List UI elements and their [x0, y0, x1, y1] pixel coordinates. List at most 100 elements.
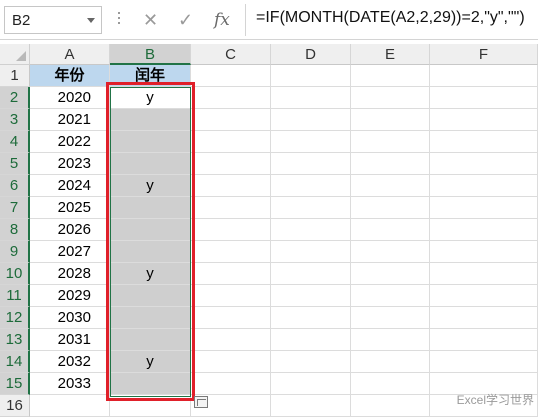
- cell-E5[interactable]: [351, 153, 430, 175]
- cell-B6-leap[interactable]: y: [110, 175, 191, 197]
- chevron-down-icon[interactable]: [87, 18, 95, 23]
- cell-F10[interactable]: [430, 263, 538, 285]
- cell-E9[interactable]: [351, 241, 430, 263]
- column-header-a[interactable]: A: [30, 44, 110, 65]
- cell-F3[interactable]: [430, 109, 538, 131]
- cell-F12[interactable]: [430, 307, 538, 329]
- column-header-d[interactable]: D: [271, 44, 351, 65]
- cell-F7[interactable]: [430, 197, 538, 219]
- row-header-7[interactable]: 7: [0, 197, 30, 219]
- cell-E1[interactable]: [351, 65, 430, 87]
- cell-E6[interactable]: [351, 175, 430, 197]
- cell-A2-year[interactable]: 2020: [30, 87, 110, 109]
- cell-E16[interactable]: [351, 395, 430, 417]
- cell-A13-year[interactable]: 2031: [30, 329, 110, 351]
- cell-E3[interactable]: [351, 109, 430, 131]
- cell-D15[interactable]: [271, 373, 351, 395]
- cell-C14[interactable]: [191, 351, 271, 373]
- cell-F14[interactable]: [430, 351, 538, 373]
- row-header-5[interactable]: 5: [0, 153, 30, 175]
- cell-D7[interactable]: [271, 197, 351, 219]
- cell-A4-year[interactable]: 2022: [30, 131, 110, 153]
- cell-B11-leap[interactable]: [110, 285, 191, 307]
- cell-F5[interactable]: [430, 153, 538, 175]
- cell-F9[interactable]: [430, 241, 538, 263]
- column-header-b[interactable]: B: [110, 44, 191, 65]
- cell-E14[interactable]: [351, 351, 430, 373]
- cell-F1[interactable]: [430, 65, 538, 87]
- cell-A11-year[interactable]: 2029: [30, 285, 110, 307]
- row-header-14[interactable]: 14: [0, 351, 30, 373]
- cell-A1-header-year[interactable]: 年份: [30, 65, 110, 87]
- cell-B1-header-leap[interactable]: 闰年: [110, 65, 191, 87]
- cell-D14[interactable]: [271, 351, 351, 373]
- row-header-9[interactable]: 9: [0, 241, 30, 263]
- cell-F11[interactable]: [430, 285, 538, 307]
- cell-C1[interactable]: [191, 65, 271, 87]
- cell-D8[interactable]: [271, 219, 351, 241]
- cell-E8[interactable]: [351, 219, 430, 241]
- cell-D3[interactable]: [271, 109, 351, 131]
- cell-B3-leap[interactable]: [110, 109, 191, 131]
- cell-D10[interactable]: [271, 263, 351, 285]
- cell-C6[interactable]: [191, 175, 271, 197]
- cell-A14-year[interactable]: 2032: [30, 351, 110, 373]
- cell-C2[interactable]: [191, 87, 271, 109]
- row-header-12[interactable]: 12: [0, 307, 30, 329]
- row-header-16[interactable]: 16: [0, 395, 30, 417]
- cell-B7-leap[interactable]: [110, 197, 191, 219]
- column-header-e[interactable]: E: [351, 44, 430, 65]
- row-header-3[interactable]: 3: [0, 109, 30, 131]
- cell-D6[interactable]: [271, 175, 351, 197]
- cell-C7[interactable]: [191, 197, 271, 219]
- cell-E12[interactable]: [351, 307, 430, 329]
- cell-B5-leap[interactable]: [110, 153, 191, 175]
- column-header-c[interactable]: C: [191, 44, 271, 65]
- cell-B10-leap[interactable]: y: [110, 263, 191, 285]
- cell-A5-year[interactable]: 2023: [30, 153, 110, 175]
- row-header-13[interactable]: 13: [0, 329, 30, 351]
- cell-B13-leap[interactable]: [110, 329, 191, 351]
- row-header-8[interactable]: 8: [0, 219, 30, 241]
- cell-C5[interactable]: [191, 153, 271, 175]
- cell-A12-year[interactable]: 2030: [30, 307, 110, 329]
- cell-E4[interactable]: [351, 131, 430, 153]
- cell-D12[interactable]: [271, 307, 351, 329]
- cell-C3[interactable]: [191, 109, 271, 131]
- column-header-f[interactable]: F: [430, 44, 538, 65]
- cell-E7[interactable]: [351, 197, 430, 219]
- cell-A8-year[interactable]: 2026: [30, 219, 110, 241]
- row-header-15[interactable]: 15: [0, 373, 30, 395]
- row-header-11[interactable]: 11: [0, 285, 30, 307]
- row-header-10[interactable]: 10: [0, 263, 30, 285]
- cell-C12[interactable]: [191, 307, 271, 329]
- row-header-1[interactable]: 1: [0, 65, 30, 87]
- cell-C4[interactable]: [191, 131, 271, 153]
- cell-F6[interactable]: [430, 175, 538, 197]
- cell-E10[interactable]: [351, 263, 430, 285]
- row-header-2[interactable]: 2: [0, 87, 30, 109]
- cell-F2[interactable]: [430, 87, 538, 109]
- cell-D1[interactable]: [271, 65, 351, 87]
- cell-A15-year[interactable]: 2033: [30, 373, 110, 395]
- enter-icon[interactable]: ✓: [178, 10, 193, 30]
- formula-input[interactable]: =IF(MONTH(DATE(A2,2,29))=2,"y",""): [256, 9, 525, 27]
- cell-B8-leap[interactable]: [110, 219, 191, 241]
- cell-B14-leap[interactable]: y: [110, 351, 191, 373]
- cell-D9[interactable]: [271, 241, 351, 263]
- cancel-icon[interactable]: ✕: [143, 10, 158, 30]
- cell-F8[interactable]: [430, 219, 538, 241]
- cell-E2[interactable]: [351, 87, 430, 109]
- cell-C15[interactable]: [191, 373, 271, 395]
- cell-E15[interactable]: [351, 373, 430, 395]
- cell-E13[interactable]: [351, 329, 430, 351]
- cell-D4[interactable]: [271, 131, 351, 153]
- cell-D2[interactable]: [271, 87, 351, 109]
- cell-D5[interactable]: [271, 153, 351, 175]
- cell-B16[interactable]: [110, 395, 191, 417]
- cell-B15-leap[interactable]: [110, 373, 191, 395]
- cell-F13[interactable]: [430, 329, 538, 351]
- cell-A9-year[interactable]: 2027: [30, 241, 110, 263]
- worksheet-grid[interactable]: ABCDEF 1 2 3 4 5 6 7 8 9 10 11 12 13 14 15 16 年份 闰年 2020 y…: [0, 44, 538, 417]
- select-all-corner[interactable]: [0, 44, 30, 65]
